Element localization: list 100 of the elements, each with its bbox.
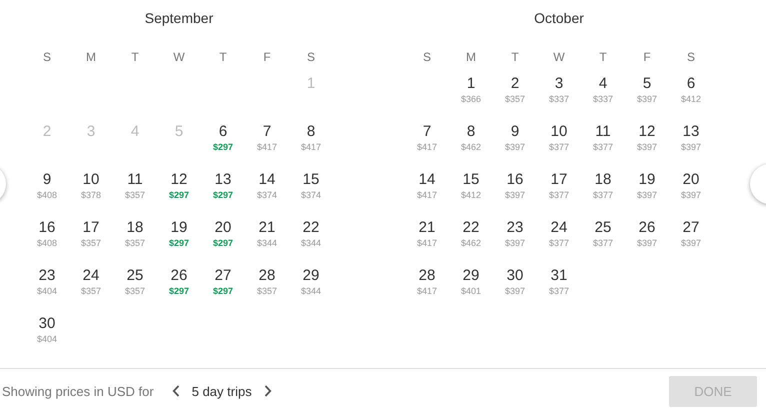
day-number[interactable]: 27 — [214, 267, 232, 285]
day-number[interactable]: 18 — [126, 219, 144, 237]
weekday-label: T — [598, 50, 608, 66]
day-number[interactable]: 12 — [170, 171, 188, 189]
day-price: $357 — [504, 94, 526, 105]
day-number: 2 — [42, 123, 52, 141]
weekday-label: W — [552, 50, 566, 66]
day-number[interactable]: 21 — [418, 219, 436, 237]
trip-length-text: 5 day trips — [192, 384, 252, 399]
day-number[interactable]: 31 — [550, 267, 568, 285]
day-number[interactable]: 9 — [42, 171, 52, 189]
day-number[interactable]: 13 — [214, 171, 232, 189]
day-price: $417 — [256, 142, 278, 153]
day-number[interactable]: 21 — [258, 219, 276, 237]
day-price: $417 — [416, 238, 438, 249]
day-number[interactable]: 2 — [510, 75, 520, 93]
month-title: October — [534, 10, 584, 27]
weekday-label: M — [465, 50, 477, 66]
weekday-label: T — [510, 50, 520, 66]
day-number[interactable]: 29 — [462, 267, 480, 285]
day-number[interactable]: 28 — [258, 267, 276, 285]
day-number[interactable]: 6 — [218, 123, 228, 141]
day-price: $357 — [124, 190, 146, 201]
day-number[interactable]: 15 — [462, 171, 480, 189]
day-number[interactable]: 9 — [510, 123, 520, 141]
day-price: $417 — [416, 286, 438, 297]
day-number[interactable]: 8 — [306, 123, 316, 141]
day-price: $374 — [256, 190, 278, 201]
day-number: 5 — [174, 123, 184, 141]
day-price: $378 — [80, 190, 102, 201]
day-number[interactable]: 17 — [550, 171, 568, 189]
weekday-label: S — [306, 50, 316, 66]
weekday-label: S — [422, 50, 432, 66]
day-price: $297 — [212, 142, 234, 153]
day-number[interactable]: 18 — [594, 171, 612, 189]
day-number[interactable]: 14 — [418, 171, 436, 189]
day-price: $344 — [300, 238, 322, 249]
day-number[interactable]: 28 — [418, 267, 436, 285]
day-price: $337 — [592, 94, 614, 105]
weekday-label: S — [42, 50, 52, 66]
day-price: $297 — [212, 286, 234, 297]
day-number[interactable]: 23 — [506, 219, 524, 237]
weekday-label: W — [172, 50, 186, 66]
day-price: $377 — [548, 286, 570, 297]
day-price: $344 — [256, 238, 278, 249]
weekday-label: S — [686, 50, 696, 66]
day-number[interactable]: 23 — [38, 267, 56, 285]
day-number[interactable]: 20 — [682, 171, 700, 189]
day-number[interactable]: 19 — [638, 171, 656, 189]
day-number[interactable]: 20 — [214, 219, 232, 237]
day-number[interactable]: 5 — [642, 75, 652, 93]
day-number[interactable]: 30 — [506, 267, 524, 285]
day-number[interactable]: 12 — [638, 123, 656, 141]
day-number[interactable]: 11 — [595, 123, 611, 141]
day-number[interactable]: 1 — [466, 75, 476, 93]
day-price: $377 — [592, 190, 614, 201]
day-number[interactable]: 25 — [126, 267, 144, 285]
day-price: $297 — [168, 190, 190, 201]
day-number: 4 — [130, 123, 140, 141]
day-price: $397 — [636, 190, 658, 201]
day-number[interactable]: 6 — [686, 75, 696, 93]
day-number[interactable]: 24 — [82, 267, 100, 285]
day-number[interactable]: 4 — [598, 75, 608, 93]
month-title: September — [144, 10, 214, 27]
day-number[interactable]: 19 — [170, 219, 188, 237]
day-price: $404 — [36, 334, 58, 345]
day-number[interactable]: 17 — [82, 219, 100, 237]
day-number[interactable]: 11 — [127, 171, 143, 189]
day-number[interactable]: 26 — [170, 267, 188, 285]
day-number[interactable]: 29 — [302, 267, 320, 285]
day-number[interactable]: 16 — [38, 219, 56, 237]
day-price: $337 — [548, 94, 570, 105]
day-price: $297 — [168, 286, 190, 297]
day-number[interactable]: 7 — [262, 123, 272, 141]
day-number[interactable]: 10 — [550, 123, 568, 141]
day-number[interactable]: 7 — [422, 123, 432, 141]
day-price: $357 — [256, 286, 278, 297]
day-price: $357 — [80, 238, 102, 249]
day-price: $408 — [36, 190, 58, 201]
day-number[interactable]: 13 — [682, 123, 700, 141]
day-number[interactable]: 24 — [550, 219, 568, 237]
day-number[interactable]: 30 — [38, 315, 56, 333]
day-number[interactable]: 16 — [506, 171, 524, 189]
day-number[interactable]: 25 — [594, 219, 612, 237]
day-price: $357 — [80, 286, 102, 297]
day-number[interactable]: 26 — [638, 219, 656, 237]
day-number[interactable]: 8 — [466, 123, 476, 141]
day-number[interactable]: 3 — [554, 75, 564, 93]
day-number[interactable]: 22 — [302, 219, 320, 237]
day-price: $344 — [300, 286, 322, 297]
day-price: $417 — [416, 142, 438, 153]
day-price: $404 — [36, 286, 58, 297]
day-number: 3 — [86, 123, 96, 141]
day-number[interactable]: 15 — [302, 171, 320, 189]
day-number[interactable]: 22 — [462, 219, 480, 237]
day-price: $397 — [636, 94, 658, 105]
day-number[interactable]: 14 — [258, 171, 276, 189]
day-number[interactable]: 27 — [682, 219, 700, 237]
day-number[interactable]: 10 — [82, 171, 100, 189]
day-price: $366 — [460, 94, 482, 105]
